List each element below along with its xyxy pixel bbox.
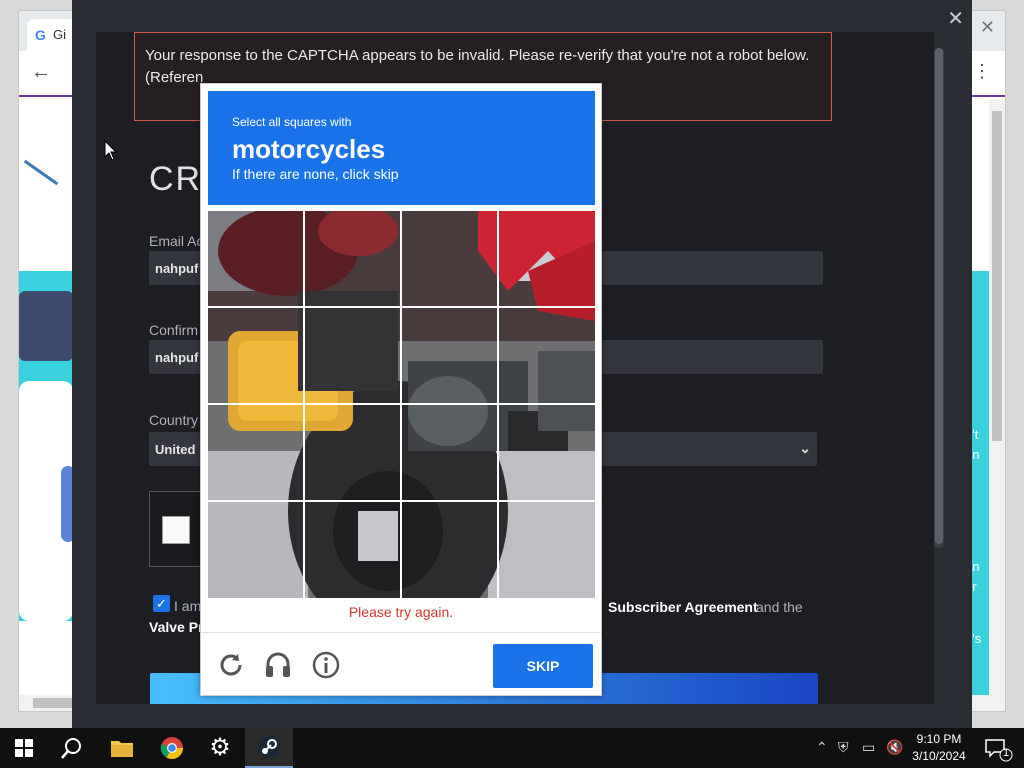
agree-and-text: and the — [756, 599, 803, 615]
volume-muted-icon[interactable]: 🔇 — [886, 739, 903, 756]
reload-icon[interactable] — [216, 650, 246, 680]
challenge-object: motorcycles — [232, 134, 386, 164]
chrome-button[interactable] — [148, 728, 196, 768]
challenge-divider — [201, 632, 601, 633]
page-left-card — [19, 291, 73, 361]
email-label: Email Ac — [149, 233, 204, 249]
agree-checkbox[interactable]: ✓ — [153, 595, 170, 612]
more-menu-icon[interactable]: ⋮ — [973, 61, 991, 82]
challenge-instruction: Select all squares with — [232, 115, 352, 129]
clock-date: 3/10/2024 — [912, 749, 966, 763]
gear-icon: ⚙ — [209, 734, 231, 761]
valve-privacy-link[interactable]: Valve Pr — [149, 619, 204, 635]
recaptcha-challenge: Select all squares with motorcycles If t… — [200, 83, 602, 696]
challenge-error-text: Please try again. — [348, 604, 454, 620]
back-arrow-icon[interactable]: ← — [31, 61, 51, 84]
confirm-email-label: Confirm — [149, 322, 199, 338]
info-icon[interactable] — [311, 650, 341, 680]
search-icon — [61, 738, 81, 759]
notification-count: 1 — [1003, 747, 1010, 759]
chevron-down-icon: ⌄ — [799, 440, 811, 456]
network-icon[interactable]: ▭ — [862, 739, 875, 756]
mouse-cursor-icon — [104, 140, 118, 161]
windows-logo-icon — [15, 739, 33, 757]
steam-icon — [258, 736, 280, 758]
start-button[interactable] — [0, 728, 48, 768]
agree-text-prefix: I am — [174, 598, 202, 614]
action-center-button[interactable]: 1 — [980, 728, 1020, 768]
taskbar: ⚙ ⌃ ⛨ ▭ 🔇 9:10 PM 3/10/2024 1 — [0, 728, 1024, 768]
settings-button[interactable]: ⚙ — [196, 728, 244, 768]
overlay-close-icon[interactable]: ✕ — [947, 6, 964, 31]
system-clock[interactable]: 9:10 PM 3/10/2024 — [906, 731, 972, 765]
file-explorer-button[interactable] — [98, 728, 146, 768]
clock-time: 9:10 PM — [916, 732, 962, 746]
recaptcha-widget — [149, 491, 201, 567]
country-select-value: United — [155, 442, 196, 457]
tray-chevron-up-icon[interactable]: ⌃ — [816, 739, 828, 756]
notification-icon — [985, 739, 1013, 762]
challenge-header: Select all squares with motorcycles If t… — [208, 91, 595, 205]
grid-line — [208, 403, 595, 405]
browser-tab-title: Gi — [53, 27, 66, 42]
recaptcha-checkbox[interactable] — [162, 516, 190, 544]
grid-line — [208, 306, 595, 308]
steam-button[interactable] — [245, 728, 293, 768]
chrome-icon — [160, 737, 183, 759]
security-alert-icon[interactable]: ⛨ — [838, 739, 849, 756]
browser-vertical-scrollbar[interactable] — [989, 99, 1005, 699]
challenge-image-grid — [208, 211, 595, 598]
grid-line — [208, 500, 595, 502]
overlay-scrollbar[interactable] — [934, 48, 944, 548]
captcha-error-text: Your response to the CAPTCHA appears to … — [145, 47, 810, 64]
browser-close-icon[interactable]: ✕ — [980, 17, 995, 38]
challenge-hint: If there are none, click skip — [232, 166, 399, 182]
google-icon: G — [35, 27, 46, 43]
search-button[interactable] — [48, 728, 96, 768]
audio-challenge-icon[interactable] — [263, 650, 293, 680]
subscriber-agreement-link[interactable]: Subscriber Agreement — [608, 599, 758, 615]
country-label: Country — [149, 412, 199, 428]
folder-icon — [111, 741, 133, 757]
skip-button[interactable]: SKIP — [493, 644, 593, 688]
decorative-line — [23, 159, 59, 186]
